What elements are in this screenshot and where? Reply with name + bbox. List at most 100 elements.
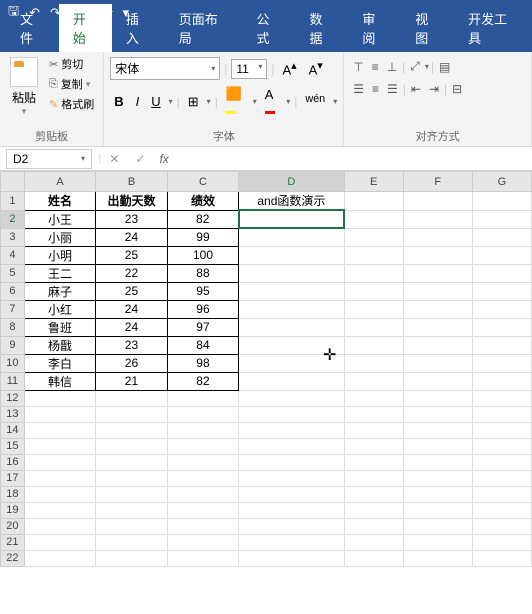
tab-home[interactable]: 开始 [59,4,112,52]
cell[interactable] [472,486,531,502]
cell[interactable] [472,318,531,336]
row-header[interactable]: 2 [1,210,25,228]
row-header[interactable]: 4 [1,246,25,264]
cell[interactable] [239,390,344,406]
cancel-icon[interactable]: ✕ [101,152,127,166]
cell[interactable]: 小丽 [24,228,95,246]
cell[interactable] [472,210,531,228]
cell[interactable] [344,454,403,470]
cell[interactable]: 姓名 [24,192,95,211]
cell[interactable] [472,372,531,390]
cell[interactable] [96,486,168,502]
cell[interactable] [344,318,403,336]
cell[interactable]: 小红 [24,300,95,318]
cell[interactable]: 王二 [24,264,95,282]
cell[interactable] [96,518,168,534]
tab-layout[interactable]: 页面布局 [165,4,243,52]
worksheet-grid[interactable]: ABCDEFG1姓名出勤天数绩效and函数演示2小王23823小丽24994小明… [0,171,532,567]
cell[interactable] [239,518,344,534]
cell[interactable]: 23 [96,210,168,228]
dec-indent-icon[interactable]: ⇤ [408,80,424,98]
cell[interactable] [344,282,403,300]
cell[interactable]: 小王 [24,210,95,228]
column-header[interactable]: F [403,172,472,192]
cell[interactable]: 82 [167,210,238,228]
cell[interactable] [472,282,531,300]
enter-icon[interactable]: ✓ [127,152,153,166]
select-all-corner[interactable] [1,172,25,192]
paste-dropdown-icon[interactable]: ▾ [22,106,27,117]
decrease-font-icon[interactable]: A▾ [305,57,327,79]
cell[interactable] [239,282,344,300]
cell[interactable] [24,390,95,406]
cell[interactable] [472,390,531,406]
phonetic-button[interactable]: wén [301,91,329,112]
cell[interactable] [239,550,344,566]
cell[interactable]: 24 [96,300,168,318]
cell[interactable] [472,228,531,246]
cell[interactable]: 25 [96,246,168,264]
cell[interactable] [403,318,472,336]
row-header[interactable]: 3 [1,228,25,246]
cell[interactable] [96,550,168,566]
cell[interactable] [472,502,531,518]
cell[interactable] [167,470,238,486]
cell[interactable] [344,534,403,550]
tab-view[interactable]: 视图 [401,4,454,52]
cell[interactable] [472,300,531,318]
cell[interactable] [403,502,472,518]
cell[interactable] [403,372,472,390]
underline-button[interactable]: U [147,92,164,111]
row-header[interactable]: 6 [1,282,25,300]
cell[interactable] [403,438,472,454]
cell[interactable] [239,454,344,470]
tab-formulas[interactable]: 公式 [243,4,296,52]
align-bot-icon[interactable]: ⊥ [384,58,400,76]
cell[interactable]: 26 [96,354,168,372]
cell[interactable] [24,486,95,502]
cell[interactable] [24,422,95,438]
cell[interactable] [344,486,403,502]
row-header[interactable]: 1 [1,192,25,211]
row-header[interactable]: 13 [1,406,25,422]
cell[interactable] [403,518,472,534]
cell[interactable]: 小明 [24,246,95,264]
row-header[interactable]: 8 [1,318,25,336]
paste-button[interactable]: 粘贴 ▾ [6,55,42,119]
cell[interactable] [344,470,403,486]
cell[interactable] [24,518,95,534]
column-header[interactable]: G [472,172,531,192]
cell[interactable]: 21 [96,372,168,390]
increase-font-icon[interactable]: A▴ [278,57,300,79]
cell[interactable]: 25 [96,282,168,300]
cell[interactable] [167,486,238,502]
cell[interactable] [96,406,168,422]
cell[interactable] [239,264,344,282]
cell[interactable] [472,550,531,566]
cell[interactable] [472,534,531,550]
cell[interactable] [96,502,168,518]
cell[interactable] [344,336,403,354]
row-header[interactable]: 18 [1,486,25,502]
cell[interactable]: 100 [167,246,238,264]
format-painter-button[interactable]: ✎格式刷 [46,95,97,113]
cell[interactable] [239,246,344,264]
cell[interactable]: 98 [167,354,238,372]
cell[interactable] [239,210,344,228]
cell[interactable] [344,192,403,211]
cell[interactable] [96,390,168,406]
column-header[interactable]: D [239,172,344,192]
cell[interactable] [403,210,472,228]
cell[interactable] [403,550,472,566]
cell[interactable] [403,246,472,264]
cell[interactable] [24,406,95,422]
cell[interactable]: 84 [167,336,238,354]
cell[interactable]: 杨戬 [24,336,95,354]
cell[interactable]: 97 [167,318,238,336]
font-size-combo[interactable]: 11▾ [231,59,267,79]
cell[interactable] [344,438,403,454]
column-header[interactable]: E [344,172,403,192]
cell[interactable] [96,438,168,454]
cell[interactable] [167,406,238,422]
cell[interactable]: 99 [167,228,238,246]
